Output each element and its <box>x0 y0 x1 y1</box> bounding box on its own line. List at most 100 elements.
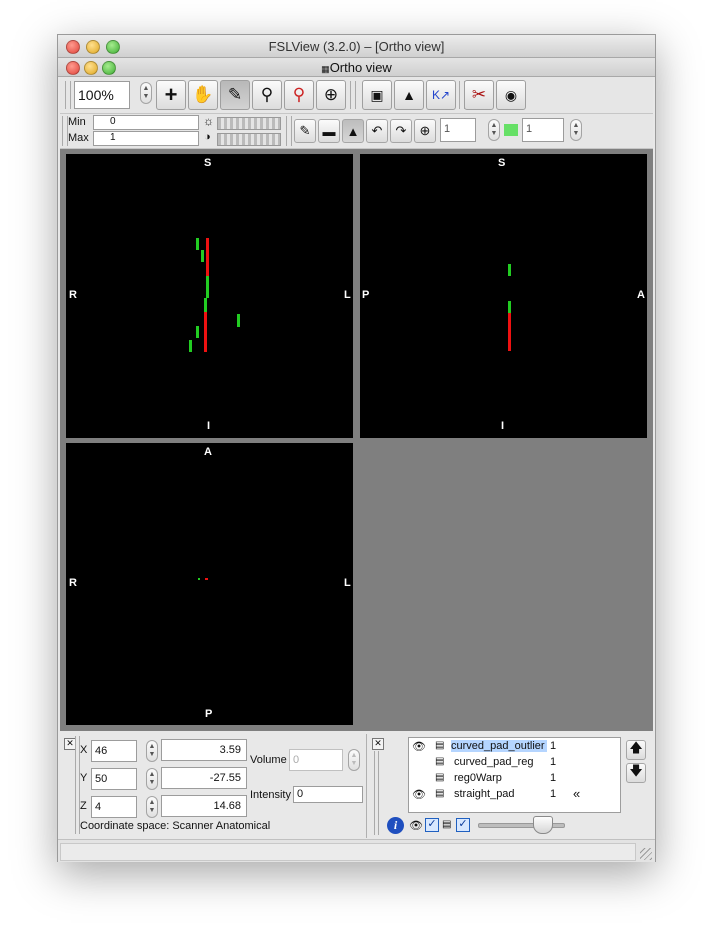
coronal-green-voxel <box>206 276 209 298</box>
coronal-green-voxel <box>196 238 199 250</box>
z-stepper[interactable]: ▲ ▼ <box>146 796 158 818</box>
contrast-icon: ◑ <box>204 131 211 143</box>
pencil-tool-button[interactable]: ✎ <box>220 80 250 110</box>
cursor-tool-button[interactable]: + <box>156 80 186 110</box>
layer-name: straight_pad <box>454 788 515 800</box>
crosshair-tool-button[interactable]: ⊕ <box>316 80 346 110</box>
lock-toggle-icon[interactable]: ▤ <box>442 819 451 830</box>
axial-bottom-label: P <box>205 708 213 720</box>
pen-value-field[interactable]: 1 <box>440 118 476 142</box>
layer-row[interactable]: 👁 ▤ curved_pad_outlier 1 <box>409 739 620 755</box>
layer-value: 1 <box>550 788 557 800</box>
toolbar-grip[interactable] <box>65 81 71 109</box>
fill-color-swatch[interactable] <box>504 124 518 136</box>
layer-row[interactable]: 👁 ▤ straight_pad 1 « <box>409 786 620 803</box>
coordinate-space-label: Coordinate space: Scanner Anatomical <box>80 820 271 832</box>
lock-checkbox[interactable]: ✓ <box>456 818 470 832</box>
plus-cross-icon: + <box>164 82 178 107</box>
snapshot-tool-button[interactable]: ◉ <box>496 80 526 110</box>
layer-panel-grip[interactable] <box>374 751 379 835</box>
magnifier-icon: ⚲ <box>260 85 274 104</box>
zoom-field[interactable]: 100% <box>74 81 130 109</box>
z-mm-field[interactable]: 14.68 <box>161 795 247 817</box>
fill-button[interactable]: ▬ <box>318 119 340 143</box>
axial-viewport[interactable]: A P R L <box>66 443 353 725</box>
voxel-tool-button[interactable]: ▣ <box>362 80 392 110</box>
y-voxel-field[interactable]: 50 <box>91 768 137 790</box>
document-icon: ▦ <box>321 64 330 74</box>
redo-icon: ↷ <box>395 123 407 138</box>
layer-row[interactable]: ▤ reg0Warp 1 <box>409 771 620 787</box>
zoom-out-tool-button[interactable]: ⚲ <box>284 80 314 110</box>
lock-icon[interactable]: ▤ <box>435 740 444 751</box>
y-stepper[interactable]: ▲ ▼ <box>146 768 158 790</box>
brightness-slider[interactable] <box>217 117 281 130</box>
undo-button[interactable]: ↶ <box>366 119 388 143</box>
sagittal-viewport[interactable]: S I P A <box>360 154 647 438</box>
brightness-icon: ☼ <box>203 114 214 128</box>
lock-icon[interactable]: ▤ <box>435 788 444 799</box>
sagittal-red-voxel <box>508 313 511 351</box>
coronal-viewport[interactable]: S I R L <box>66 154 353 438</box>
layer-name: reg0Warp <box>454 772 502 784</box>
z-voxel-field[interactable]: 4 <box>91 796 137 818</box>
close-layer-panel-button[interactable]: ✕ <box>372 738 384 750</box>
x-mm-field[interactable]: 3.59 <box>161 739 247 761</box>
min-label: Min <box>68 116 86 128</box>
info-icon[interactable]: i <box>387 817 404 834</box>
fill-value-stepper[interactable]: ▲ ▼ <box>570 119 582 141</box>
layer-extra-marker: « <box>573 786 581 801</box>
layer-value: 1 <box>550 740 557 752</box>
move-layer-down-button[interactable]: 🡇 <box>626 763 646 783</box>
move-layer-up-button[interactable]: 🡅 <box>626 740 646 760</box>
y-mm-field[interactable]: -27.55 <box>161 767 247 789</box>
stamp-tool-button[interactable]: ▲ <box>394 80 424 110</box>
cut-tool-button[interactable]: ✂ <box>464 80 494 110</box>
x-stepper[interactable]: ▲ ▼ <box>146 740 158 762</box>
stamp-icon: ▲ <box>402 87 416 103</box>
toolbar2-grip-2[interactable] <box>286 116 292 146</box>
fill-value-field[interactable]: 1 <box>522 118 564 142</box>
layer-row[interactable]: ▤ curved_pad_reg 1 <box>409 755 620 771</box>
lock-icon[interactable]: ▤ <box>435 772 444 783</box>
resize-grip-icon[interactable] <box>640 848 652 860</box>
subwindow-title: ▦Ortho view <box>321 60 392 75</box>
opacity-slider-thumb[interactable] <box>532 816 553 834</box>
coronal-green-voxel <box>204 298 207 312</box>
min-field[interactable]: 0 <box>93 115 199 130</box>
volume-field[interactable]: 0 <box>289 749 343 771</box>
coronal-top-label: S <box>204 157 212 169</box>
coronal-green-voxel <box>237 314 240 327</box>
zoom-in-tool-button[interactable]: ⚲ <box>252 80 282 110</box>
pen-button[interactable]: ✎ <box>294 119 316 143</box>
erase-button[interactable]: ▲ <box>342 119 364 143</box>
eye-toggle-icon[interactable]: 👁 <box>409 819 423 832</box>
max-field[interactable]: 1 <box>93 131 199 146</box>
pen-icon: ✎ <box>299 123 311 138</box>
pen-size-button[interactable]: ⊕ <box>414 119 436 143</box>
zoom-stepper[interactable]: ▲ ▼ <box>140 82 152 104</box>
layer-name: curved_pad_outlier <box>451 740 547 752</box>
eye-icon[interactable]: 👁 <box>412 740 426 753</box>
coronal-bottom-label: I <box>207 420 211 432</box>
layer-value: 1 <box>550 772 557 784</box>
panel-divider <box>366 734 367 838</box>
x-voxel-field[interactable]: 46 <box>91 740 137 762</box>
volume-stepper[interactable]: ▲ ▼ <box>348 749 360 771</box>
sagittal-bottom-label: I <box>501 420 505 432</box>
status-bar <box>58 839 655 862</box>
status-message-field <box>60 843 636 861</box>
lock-icon[interactable]: ▤ <box>435 756 444 767</box>
transform-tool-button[interactable]: K↗ <box>426 80 456 110</box>
volume-label: Volume <box>250 754 287 766</box>
layer-name: curved_pad_reg <box>454 756 534 768</box>
pan-tool-button[interactable]: ✋ <box>188 80 218 110</box>
visibility-checkbox[interactable]: ✓ <box>425 818 439 832</box>
toolbar-grip-2[interactable] <box>350 81 356 109</box>
arrow-down-icon: 🡇 <box>629 763 643 778</box>
eye-icon[interactable]: 👁 <box>412 788 426 801</box>
contrast-slider[interactable] <box>217 133 281 146</box>
redo-button[interactable]: ↷ <box>390 119 412 143</box>
pen-value-stepper[interactable]: ▲ ▼ <box>488 119 500 141</box>
target-icon: ⊕ <box>419 123 431 138</box>
